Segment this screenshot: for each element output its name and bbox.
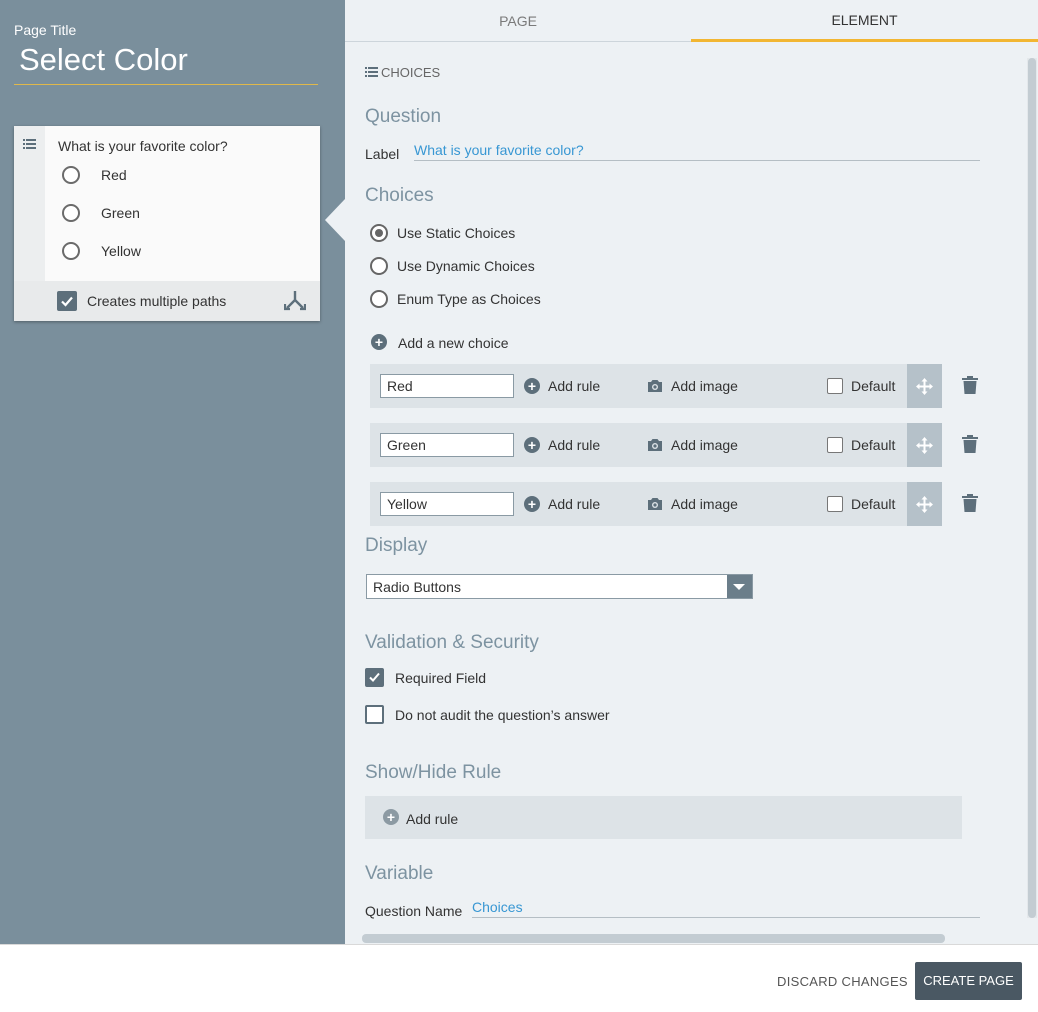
camera-icon: [648, 498, 662, 510]
checkmark-icon: [61, 296, 73, 307]
section-title-show-hide-rule: Show/Hide Rule: [365, 762, 502, 783]
default-label: Default: [851, 496, 896, 512]
element-type-label: CHOICES: [381, 65, 441, 80]
question-text: What is your favorite color?: [58, 138, 228, 154]
default-checkbox[interactable]: [827, 437, 843, 453]
question-card[interactable]: What is your favorite color? Red Green Y…: [14, 126, 320, 321]
no-audit-checkbox[interactable]: [365, 705, 384, 724]
add-image-label: Add image: [671, 437, 738, 453]
vertical-scrollbar-thumb[interactable]: [1028, 58, 1036, 918]
chevron-down-icon[interactable]: [727, 575, 752, 598]
radio-icon[interactable]: [62, 204, 80, 222]
add-rule-label: Add rule: [548, 437, 601, 453]
display-type-value: Radio Buttons: [373, 579, 461, 595]
question-name-field[interactable]: Choices: [472, 899, 980, 918]
create-page-button[interactable]: CREATE PAGE: [915, 962, 1022, 1000]
default-label: Default: [851, 378, 896, 394]
section-title-validation: Validation & Security: [365, 632, 539, 653]
add-rule-label: Add rule: [548, 496, 601, 512]
trash-icon[interactable]: [962, 435, 978, 453]
drag-handle[interactable]: [907, 364, 942, 408]
option-label: Red: [101, 167, 127, 183]
label-field[interactable]: What is your favorite color?: [414, 142, 980, 161]
choice-row: Green + Add rule Add image Default: [370, 423, 942, 467]
move-arrows-icon: [916, 378, 933, 395]
page-preview-panel: Page Title Select Color What is your fav…: [0, 0, 345, 944]
plus-circle-icon: +: [524, 496, 540, 512]
choice-value-input[interactable]: Red: [380, 374, 514, 398]
question-card-icon-column: [14, 126, 45, 281]
choice-row: Yellow + Add rule Add image Default: [370, 482, 942, 526]
section-title-display: Display: [365, 535, 428, 556]
radio-icon[interactable]: [370, 257, 388, 275]
question-card-body: What is your favorite color? Red Green Y…: [45, 126, 320, 281]
checkmark-icon: [369, 672, 380, 682]
list-icon: [23, 139, 36, 149]
required-field-label: Required Field: [395, 670, 487, 686]
tab-element[interactable]: ELEMENT: [691, 0, 1038, 42]
tab-bar: PAGE ELEMENT: [345, 0, 1038, 42]
add-image-label: Add image: [671, 378, 738, 394]
tab-page[interactable]: PAGE: [345, 0, 691, 42]
radio-icon[interactable]: [62, 166, 80, 184]
add-show-hide-rule-button[interactable]: + Add rule: [365, 796, 962, 839]
question-card-footer: Creates multiple paths: [14, 281, 320, 321]
camera-icon: [648, 439, 662, 451]
plus-circle-icon: +: [524, 378, 540, 394]
drag-handle[interactable]: [907, 423, 942, 467]
radio-label: Use Static Choices: [397, 225, 516, 241]
selection-pointer: [325, 199, 345, 241]
no-audit-label: Do not audit the question’s answer: [395, 707, 610, 723]
option-label: Green: [101, 205, 140, 221]
creates-multiple-paths-checkbox[interactable]: [57, 291, 77, 311]
section-title-question: Question: [365, 106, 442, 127]
page-title-underline: [14, 84, 318, 85]
footer-bar: DISCARD CHANGES CREATE PAGE: [0, 944, 1038, 1012]
default-label: Default: [851, 437, 896, 453]
radio-label: Enum Type as Choices: [397, 291, 541, 307]
trash-icon[interactable]: [962, 494, 978, 512]
section-title-variable: Variable: [365, 863, 434, 884]
add-new-choice-label: Add a new choice: [398, 335, 509, 351]
element-type-header: CHOICES: [365, 65, 440, 80]
radio-icon[interactable]: [370, 224, 388, 242]
move-arrows-icon: [916, 437, 933, 454]
default-checkbox[interactable]: [827, 496, 843, 512]
move-arrows-icon: [916, 496, 933, 513]
question-name-caption: Question Name: [365, 903, 463, 919]
choice-value-input[interactable]: Yellow: [380, 492, 514, 516]
radio-icon[interactable]: [370, 290, 388, 308]
add-rule-label: Add rule: [406, 811, 459, 827]
radio-label: Use Dynamic Choices: [397, 258, 535, 274]
page-title-input[interactable]: Select Color: [19, 42, 188, 78]
plus-circle-icon: +: [524, 437, 540, 453]
discard-changes-button[interactable]: DISCARD CHANGES: [777, 974, 908, 989]
horizontal-scrollbar-thumb[interactable]: [362, 934, 945, 943]
section-title-choices: Choices: [365, 185, 434, 206]
radio-icon[interactable]: [62, 242, 80, 260]
add-image-label: Add image: [671, 496, 738, 512]
branch-paths-icon[interactable]: [284, 289, 306, 311]
default-checkbox[interactable]: [827, 378, 843, 394]
list-icon: [365, 67, 378, 77]
required-field-checkbox[interactable]: [365, 668, 384, 687]
label-caption: Label: [365, 146, 400, 162]
display-type-select[interactable]: Radio Buttons: [366, 574, 753, 599]
camera-icon: [648, 380, 662, 392]
properties-panel: PAGE ELEMENT CHOICES Question Label What…: [345, 0, 1038, 944]
option-label: Yellow: [101, 243, 141, 259]
choice-row: Red + Add rule Add image Default: [370, 364, 942, 408]
choice-value-input[interactable]: Green: [380, 433, 514, 457]
page-title-label: Page Title: [14, 22, 77, 38]
drag-handle[interactable]: [907, 482, 942, 526]
add-rule-label: Add rule: [548, 378, 601, 394]
plus-circle-icon: +: [371, 334, 387, 350]
creates-multiple-paths-label: Creates multiple paths: [87, 293, 227, 309]
trash-icon[interactable]: [962, 376, 978, 394]
plus-circle-icon: +: [383, 809, 399, 825]
